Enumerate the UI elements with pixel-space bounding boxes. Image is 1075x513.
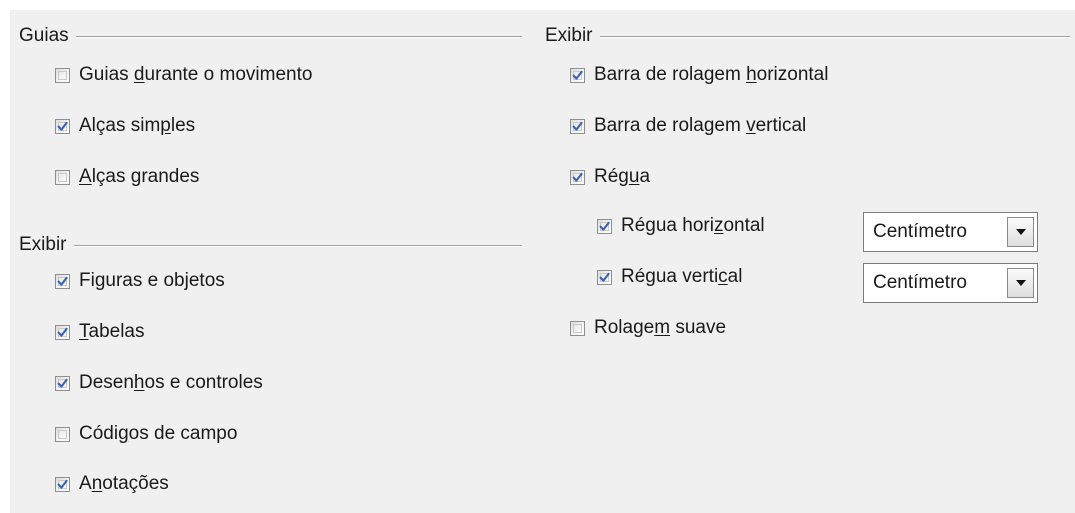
display-right-group-header: Exibir [545, 24, 1070, 48]
tables-label[interactable]: Tabelas [79, 319, 145, 345]
annotations-label[interactable]: Anotações [79, 471, 169, 497]
checkmark-icon [572, 172, 583, 182]
vertical-ruler-box[interactable] [597, 269, 612, 285]
horizontal-ruler-checkbox[interactable]: Régua horizontal [597, 213, 765, 239]
horizontal-scrollbar-label[interactable]: Barra de rolagem horizontal [594, 62, 828, 88]
smooth-scroll-checkbox[interactable]: Rolagem suave [570, 315, 726, 341]
horizontal-ruler-box[interactable] [597, 218, 612, 234]
checkmark-icon [572, 70, 583, 80]
display-right-separator [545, 36, 1070, 38]
vertical-ruler-checkbox[interactable]: Régua vertical [597, 264, 742, 290]
annotations-box[interactable] [55, 476, 70, 492]
snap-guides-label[interactable]: Guias durante o movimento [79, 62, 312, 88]
horizontal-scrollbar-checkbox[interactable]: Barra de rolagem horizontal [570, 62, 828, 88]
checkmark-icon [57, 327, 68, 337]
guides-group-title: Guias [19, 24, 76, 48]
vertical-ruler-label[interactable]: Régua vertical [621, 264, 742, 290]
simple-handles-checkbox[interactable]: Alças simples [55, 113, 195, 139]
checkmark-icon [57, 479, 68, 489]
snap-guides-box[interactable] [55, 67, 70, 83]
checkmark-icon [599, 272, 610, 282]
display-left-separator [19, 245, 522, 247]
horizontal-ruler-unit-value: Centímetro [873, 221, 967, 242]
options-panel: Guias Guias durante o movimento Alças si… [10, 10, 1075, 513]
checkmark-icon [572, 121, 583, 131]
tables-checkbox[interactable]: Tabelas [55, 319, 145, 345]
drawings-controls-label[interactable]: Desenhos e controles [79, 370, 263, 396]
chevron-down-icon [1016, 229, 1026, 235]
vertical-scrollbar-box[interactable] [570, 118, 585, 134]
field-codes-checkbox[interactable]: Códigos de campo [55, 421, 237, 447]
vertical-scrollbar-label[interactable]: Barra de rolagem vertical [594, 113, 806, 139]
horizontal-scrollbar-box[interactable] [570, 67, 585, 83]
field-codes-label[interactable]: Códigos de campo [79, 421, 237, 447]
checkmark-icon [599, 221, 610, 231]
checkmark-icon [57, 276, 68, 286]
smooth-scroll-label[interactable]: Rolagem suave [594, 315, 726, 341]
vertical-ruler-unit-dropdown-button[interactable] [1007, 268, 1034, 298]
guides-separator [19, 36, 522, 38]
snap-guides-checkbox[interactable]: Guias durante o movimento [55, 62, 312, 88]
ruler-checkbox[interactable]: Régua [570, 164, 650, 190]
horizontal-ruler-label[interactable]: Régua horizontal [621, 213, 765, 239]
horizontal-ruler-unit-select[interactable]: Centímetro [863, 212, 1038, 252]
checkmark-icon [57, 121, 68, 131]
guides-group-header: Guias [19, 24, 522, 48]
vertical-scrollbar-checkbox[interactable]: Barra de rolagem vertical [570, 113, 806, 139]
ruler-label[interactable]: Régua [594, 164, 650, 190]
large-handles-box[interactable] [55, 169, 70, 185]
smooth-scroll-box[interactable] [570, 320, 585, 336]
simple-handles-label[interactable]: Alças simples [79, 113, 195, 139]
vertical-ruler-unit-value: Centímetro [873, 272, 967, 293]
large-handles-label[interactable]: Alças grandes [79, 164, 199, 190]
large-handles-checkbox[interactable]: Alças grandes [55, 164, 199, 190]
display-left-group-header: Exibir [19, 233, 522, 257]
figures-objects-box[interactable] [55, 273, 70, 289]
simple-handles-box[interactable] [55, 118, 70, 134]
display-left-group-title: Exibir [19, 233, 74, 257]
figures-objects-label[interactable]: Figuras e objetos [79, 268, 225, 294]
tables-box[interactable] [55, 324, 70, 340]
annotations-checkbox[interactable]: Anotações [55, 471, 169, 497]
drawings-controls-box[interactable] [55, 375, 70, 391]
vertical-ruler-unit-select[interactable]: Centímetro [863, 263, 1038, 303]
display-right-group-title: Exibir [545, 24, 600, 48]
field-codes-box[interactable] [55, 426, 70, 442]
figures-objects-checkbox[interactable]: Figuras e objetos [55, 268, 225, 294]
horizontal-ruler-unit-dropdown-button[interactable] [1007, 217, 1034, 247]
ruler-box[interactable] [570, 169, 585, 185]
drawings-controls-checkbox[interactable]: Desenhos e controles [55, 370, 263, 396]
chevron-down-icon [1016, 280, 1026, 286]
checkmark-icon [57, 378, 68, 388]
